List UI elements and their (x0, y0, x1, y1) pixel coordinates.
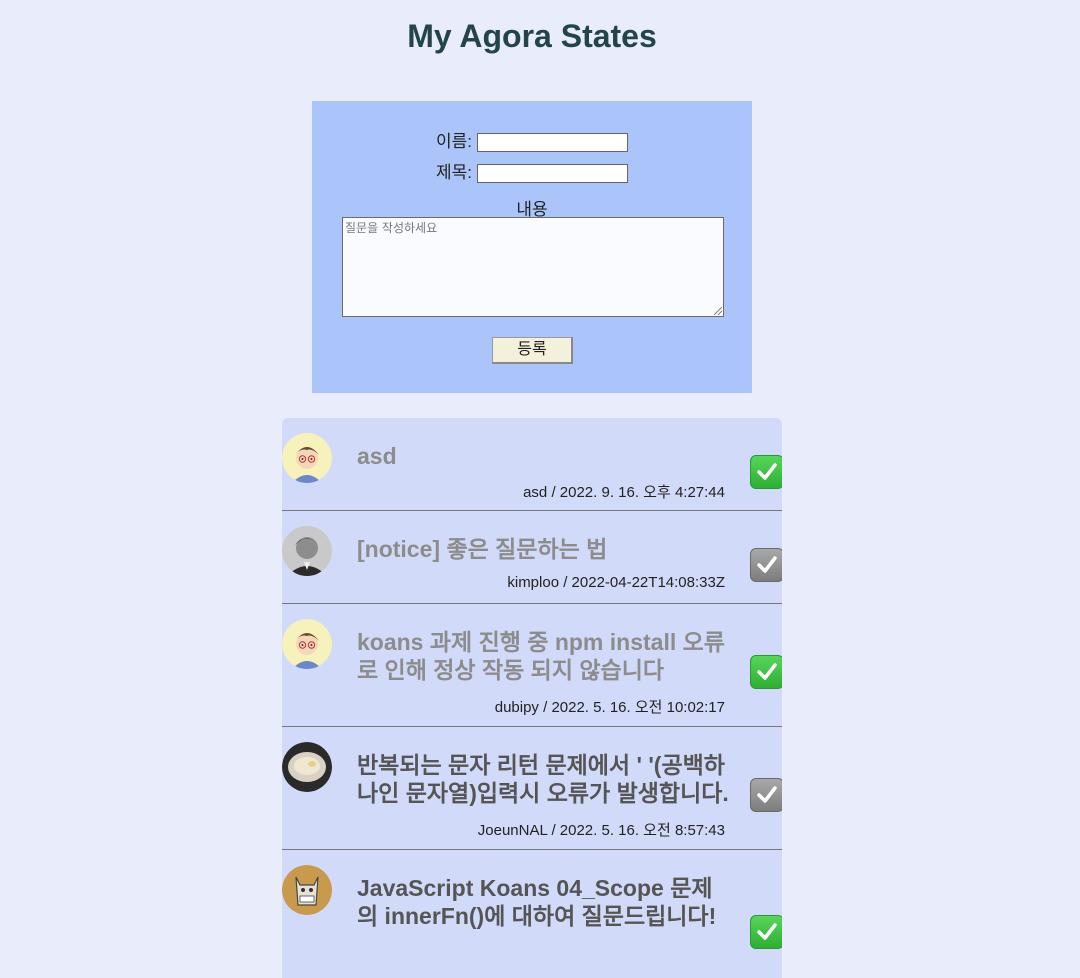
cat-illustration-avatar-icon (282, 865, 332, 915)
discussion-meta: kimploo / 2022-04-22T14:08:33Z (507, 574, 725, 591)
discussion-title[interactable]: JavaScript Koans 04_Scope 문제의 innerFn()에… (357, 874, 732, 930)
cartoon-boy-avatar-icon (282, 619, 332, 669)
cartoon-boy-avatar-icon (282, 433, 332, 483)
title-row: 제목: (436, 158, 628, 184)
answered-check-icon (750, 455, 782, 489)
unanswered-check-icon (750, 548, 782, 582)
discussion-item[interactable]: JavaScript Koans 04_Scope 문제의 innerFn()에… (282, 850, 782, 978)
avatar (282, 433, 332, 483)
bowl-photo-avatar-icon (282, 742, 332, 792)
name-input[interactable] (476, 133, 628, 153)
content-placeholder: 질문을 작성하세요 (345, 221, 438, 235)
title-input[interactable] (476, 164, 628, 184)
discussion-meta: dubipy / 2022. 5. 16. 오전 10:02:17 (494, 699, 725, 716)
avatar (282, 742, 332, 792)
discussion-title[interactable]: 반복되는 문자 리턴 문제에서 ' '(공백하나인 문자열)입력시 오류가 발생… (357, 751, 732, 807)
discussion-title[interactable]: [notice] 좋은 질문하는 법 (357, 535, 732, 563)
photo-man-avatar-icon (282, 526, 332, 576)
discussion-item[interactable]: koans 과제 진행 중 npm install 오류로 인해 정상 작동 되… (282, 604, 782, 727)
resize-handle-icon[interactable] (714, 307, 722, 315)
discussion-meta: asd / 2022. 9. 16. 오후 4:27:44 (523, 484, 725, 501)
question-form: 이름: 제목: 내용 질문을 작성하세요 등록 (312, 101, 752, 393)
discussion-list: asd asd / 2022. 9. 16. 오후 4:27:44 [notic… (282, 418, 782, 978)
discussion-title[interactable]: asd (357, 442, 732, 470)
avatar (282, 526, 332, 576)
name-row: 이름: (436, 127, 628, 153)
name-label: 이름: (436, 132, 473, 151)
content-textarea[interactable]: 질문을 작성하세요 (342, 217, 724, 317)
avatar (282, 865, 332, 915)
discussion-meta: JoeunNAL / 2022. 5. 16. 오전 8:57:43 (477, 822, 725, 839)
answered-check-icon (750, 655, 782, 689)
submit-button[interactable]: 등록 (492, 337, 573, 364)
page-title: My Agora States (407, 18, 657, 54)
avatar (282, 619, 332, 669)
discussion-item[interactable]: 반복되는 문자 리턴 문제에서 ' '(공백하나인 문자열)입력시 오류가 발생… (282, 727, 782, 850)
unanswered-check-icon (750, 778, 782, 812)
answered-check-icon (750, 915, 782, 949)
discussion-title[interactable]: koans 과제 진행 중 npm install 오류로 인해 정상 작동 되… (357, 628, 732, 684)
title-label: 제목: (436, 163, 473, 182)
discussion-item[interactable]: asd asd / 2022. 9. 16. 오후 4:27:44 (282, 418, 782, 511)
discussion-item[interactable]: [notice] 좋은 질문하는 법 kimploo / 2022-04-22T… (282, 511, 782, 604)
